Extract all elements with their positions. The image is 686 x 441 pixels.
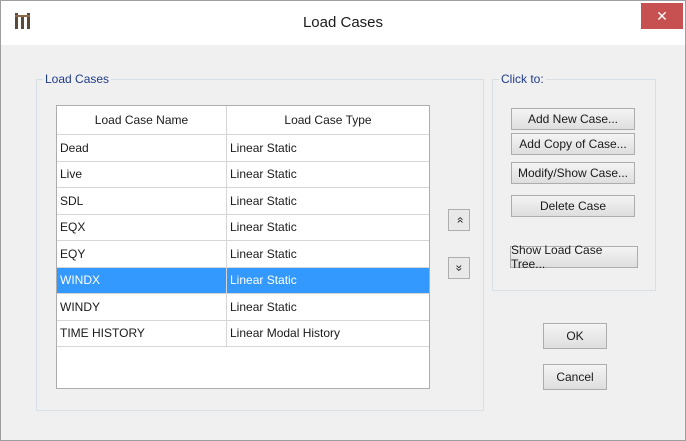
table-row[interactable]: TIME HISTORY Linear Modal History	[57, 320, 429, 347]
cell-name: EQY	[57, 241, 227, 267]
move-up-button[interactable]: »	[448, 209, 470, 231]
table-row[interactable]: EQX Linear Static	[57, 214, 429, 241]
load-cases-table: Load Case Name Load Case Type Dead Linea…	[56, 105, 430, 389]
modify-show-case-button[interactable]: Modify/Show Case...	[511, 162, 635, 184]
cell-name: SDL	[57, 188, 227, 214]
cell-type: Linear Static	[230, 273, 297, 288]
add-new-case-button[interactable]: Add New Case...	[511, 108, 635, 130]
move-down-button[interactable]: »	[448, 257, 470, 279]
column-header-name[interactable]: Load Case Name	[57, 106, 227, 134]
cell-name: Live	[57, 161, 227, 187]
cell-name: WINDY	[57, 294, 227, 320]
ok-button[interactable]: OK	[543, 323, 607, 349]
cell-name: WINDX	[57, 267, 227, 293]
cell-type: Linear Static	[230, 299, 297, 314]
title-bar: Load Cases ✕	[1, 1, 685, 45]
cell-type: Linear Static	[230, 167, 297, 182]
table-row[interactable]: SDL Linear Static	[57, 188, 429, 215]
add-copy-of-case-button[interactable]: Add Copy of Case...	[511, 133, 635, 155]
load-cases-group-label: Load Cases	[43, 72, 112, 86]
close-button[interactable]: ✕	[641, 3, 683, 29]
cell-type: Linear Static	[230, 140, 297, 155]
cell-type: Linear Static	[230, 246, 297, 261]
close-icon: ✕	[656, 7, 668, 24]
table-header: Load Case Name Load Case Type	[57, 106, 429, 135]
table-row[interactable]: EQY Linear Static	[57, 241, 429, 268]
delete-case-button[interactable]: Delete Case	[511, 195, 635, 217]
cell-name: EQX	[57, 214, 227, 240]
table-row-selected[interactable]: WINDX Linear Static	[57, 267, 429, 294]
show-load-case-tree-button[interactable]: Show Load Case Tree...	[510, 243, 638, 271]
cell-name: TIME HISTORY	[57, 320, 227, 346]
cell-type: Linear Static	[230, 193, 297, 208]
cell-type: Linear Modal History	[230, 326, 341, 341]
load-cases-dialog: Load Cases ✕ Load Cases Load Case Name L…	[0, 0, 686, 441]
move-down-icon: »	[452, 264, 466, 272]
move-up-icon: »	[452, 216, 466, 224]
cell-name: Dead	[57, 135, 227, 161]
cancel-button[interactable]: Cancel	[543, 364, 607, 390]
column-header-type[interactable]: Load Case Type	[227, 106, 429, 134]
click-to-group-label: Click to:	[499, 72, 546, 86]
table-row[interactable]: Live Linear Static	[57, 161, 429, 188]
table-row[interactable]: WINDY Linear Static	[57, 294, 429, 321]
cell-type: Linear Static	[230, 220, 297, 235]
window-title: Load Cases	[302, 14, 384, 31]
table-row[interactable]: Dead Linear Static	[57, 135, 429, 162]
